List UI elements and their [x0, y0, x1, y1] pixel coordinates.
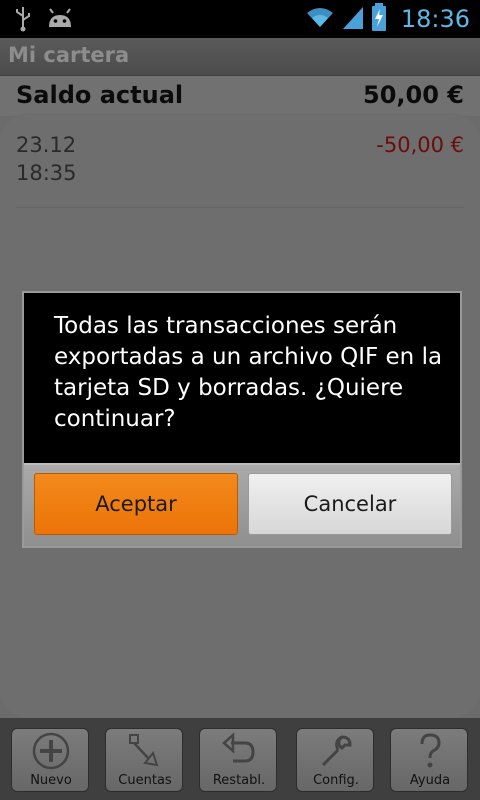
- toolbar-label-new: Nuevo: [30, 773, 72, 788]
- reset-button[interactable]: Restabl.: [199, 728, 277, 792]
- undo-icon: [219, 731, 259, 771]
- accounts-button[interactable]: Cuentas: [105, 728, 183, 792]
- dialog-button-bar: Aceptar Cancelar: [24, 463, 460, 546]
- wifi-icon: [305, 5, 335, 33]
- balance-value: 50,00 €: [363, 81, 464, 109]
- bottom-toolbar: Nuevo Cuentas Restabl. Config. Ayuda: [0, 718, 480, 800]
- usb-icon: [14, 6, 32, 36]
- app-title: Mi cartera: [8, 43, 130, 67]
- confirm-dialog: Todas las transacciones serán exportadas…: [22, 291, 462, 548]
- android-debug-icon: [46, 7, 74, 35]
- list-item[interactable]: 23.12 18:35 -50,00 €: [0, 131, 480, 208]
- add-icon: [31, 731, 71, 771]
- transaction-amount: -50,00 €: [376, 133, 464, 157]
- cancel-button[interactable]: Cancelar: [248, 473, 452, 535]
- clock: 18:36: [400, 5, 470, 33]
- signal-icon: [341, 5, 365, 33]
- dialog-message: Todas las transacciones serán exportadas…: [54, 313, 443, 432]
- battery-charging-icon: [371, 3, 387, 35]
- balance-label: Saldo actual: [16, 81, 184, 109]
- wrench-icon: [316, 731, 356, 771]
- divider: [16, 207, 464, 208]
- help-button[interactable]: Ayuda: [390, 728, 468, 792]
- toolbar-label-config: Config.: [313, 773, 359, 788]
- accept-button[interactable]: Aceptar: [34, 473, 238, 535]
- new-button[interactable]: Nuevo: [11, 728, 89, 792]
- help-icon: [410, 731, 450, 771]
- accounts-icon: [125, 731, 165, 771]
- balance-header: Saldo actual 50,00 €: [0, 76, 480, 116]
- app-title-bar: Mi cartera: [0, 38, 480, 76]
- transaction-time: 18:35: [16, 161, 77, 185]
- transaction-date: 23.12: [16, 133, 77, 157]
- status-bar: 18:36: [0, 0, 480, 38]
- toolbar-label-reset: Restabl.: [212, 773, 266, 788]
- toolbar-label-help: Ayuda: [409, 773, 451, 788]
- toolbar-label-accounts: Cuentas: [118, 773, 172, 788]
- config-button[interactable]: Config.: [296, 728, 374, 792]
